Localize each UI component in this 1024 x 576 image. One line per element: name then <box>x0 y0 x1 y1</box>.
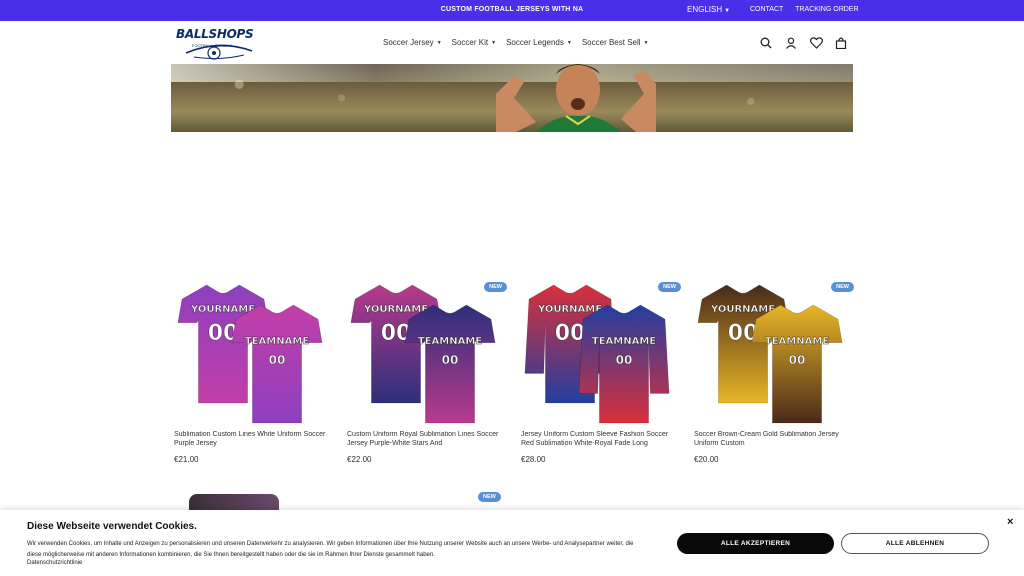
nav-soccer-jersey[interactable]: Soccer Jersey ▼ <box>383 38 442 47</box>
svg-text:YOURNAME: YOURNAME <box>710 304 775 315</box>
decline-all-button[interactable]: ALLE ABLEHNEN <box>841 533 989 554</box>
nav-label: Soccer Jersey <box>383 38 434 47</box>
product-image[interactable]: YOURNAME 00 TEAMNAME 00 NEW <box>347 280 507 425</box>
product-title[interactable]: Sublimation Custom Lines White Uniform S… <box>174 431 334 448</box>
svg-text:TEAMNAME: TEAMNAME <box>418 336 482 347</box>
new-badge: NEW <box>484 282 507 292</box>
hero-banner[interactable] <box>171 64 853 132</box>
accept-all-button[interactable]: ALLE AKZEPTIEREN <box>677 533 834 554</box>
caret-down-icon: ▼ <box>436 39 442 46</box>
product-card[interactable]: YOURNAME 00 TEAMNAME 00 NEW Jersey Uniform … <box>521 280 681 464</box>
product-image[interactable]: YOURNAME 00 TEAMNAME 00 NEW <box>521 280 681 425</box>
product-title[interactable]: Soccer Brown-Cream Gold Sublimation Jers… <box>694 431 854 448</box>
new-badge: NEW <box>478 492 501 502</box>
main-nav: Soccer Jersey ▼ Soccer Kit ▼ Soccer Legend… <box>383 38 649 47</box>
product-price: €28.00 <box>521 455 546 464</box>
announcement-bar: CUSTOM FOOTBALL JERSEYS WITH NA ENGLISH ▼… <box>0 0 1024 21</box>
new-badge: NEW <box>658 282 681 292</box>
wishlist-icon[interactable] <box>810 36 823 49</box>
svg-text:TEAMNAME: TEAMNAME <box>765 336 829 347</box>
caret-down-icon: ▼ <box>491 39 497 46</box>
svg-text:TEAMNAME: TEAMNAME <box>592 336 656 347</box>
logo-wordmark: BALLSHOPS <box>176 27 254 41</box>
cart-icon[interactable] <box>835 36 847 50</box>
topbar-links: CONTACT TRACKING ORDER <box>750 6 869 13</box>
svg-text:00: 00 <box>269 353 286 367</box>
svg-text:00: 00 <box>442 353 459 367</box>
product-image[interactable]: YOURNAME 00 TEAMNAME 00 NEW <box>694 280 854 425</box>
privacy-policy-link[interactable]: Datenschutzrichtlinie <box>27 560 82 566</box>
hero-player-image <box>496 64 656 132</box>
nav-label: Soccer Best Sell <box>581 38 641 47</box>
account-icon[interactable] <box>785 36 797 49</box>
product-card[interactable]: YOURNAME 00 TEAMNAME 00 NEW Custom Uniform … <box>347 280 507 464</box>
svg-text:00: 00 <box>555 321 586 346</box>
header-icons <box>760 36 847 50</box>
cookie-title: Diese Webseite verwendet Cookies. <box>27 521 197 532</box>
chevron-down-icon: ▼ <box>724 8 731 14</box>
tracking-order-link[interactable]: TRACKING ORDER <box>795 6 858 13</box>
close-icon[interactable]: × <box>1007 516 1013 528</box>
site-logo[interactable]: BALLSHOPS FOOTBALL JERSEYS <box>176 27 266 61</box>
product-price: €20.00 <box>694 455 719 464</box>
svg-text:00: 00 <box>616 353 633 367</box>
language-label: ENGLISH <box>687 5 723 14</box>
product-image[interactable]: YOURNAME 00 TEAMNAME 00 <box>174 280 334 425</box>
svg-text:TEAMNAME: TEAMNAME <box>245 336 309 347</box>
nav-label: Soccer Kit <box>451 38 489 47</box>
svg-text:YOURNAME: YOURNAME <box>190 304 255 315</box>
product-title[interactable]: Jersey Uniform Custom Sleeve Fashion Soc… <box>521 431 681 448</box>
search-icon[interactable] <box>760 36 772 49</box>
language-selector[interactable]: ENGLISH ▼ <box>687 5 730 14</box>
new-badge: NEW <box>831 282 854 292</box>
promo-text: CUSTOM FOOTBALL JERSEYS WITH NA <box>440 6 584 13</box>
cookie-banner: Diese Webseite verwendet Cookies. Wir ve… <box>0 510 1024 576</box>
nav-label: Soccer Legends <box>506 38 564 47</box>
product-title[interactable]: Custom Uniform Royal Sublimation Lines S… <box>347 431 507 448</box>
next-product-row: NEW <box>171 492 853 512</box>
nav-soccer-best-sell[interactable]: Soccer Best Sell ▼ <box>582 38 649 47</box>
svg-text:YOURNAME: YOURNAME <box>537 304 602 315</box>
logo-tagline: FOOTBALL JERSEYS <box>192 43 233 48</box>
product-card[interactable]: YOURNAME 00 TEAMNAME 00 Sublimation Custom … <box>174 280 334 464</box>
product-card[interactable]: YOURNAME 00 TEAMNAME 00 NEW Soccer Brown-Cr… <box>694 280 854 464</box>
caret-down-icon: ▼ <box>566 39 572 46</box>
nav-soccer-legends[interactable]: Soccer Legends ▼ <box>506 38 572 47</box>
site-header: BALLSHOPS FOOTBALL JERSEYS Soccer Jersey… <box>0 21 1024 63</box>
svg-text:00: 00 <box>789 353 806 367</box>
caret-down-icon: ▼ <box>643 39 649 46</box>
nav-soccer-kit[interactable]: Soccer Kit ▼ <box>452 38 496 47</box>
contact-link[interactable]: CONTACT <box>750 6 783 13</box>
product-price: €21.00 <box>174 455 199 464</box>
svg-text:YOURNAME: YOURNAME <box>363 304 428 315</box>
cookie-text: Wir verwenden Cookies, um Inhalte und An… <box>27 541 634 558</box>
product-price: €22.00 <box>347 455 372 464</box>
